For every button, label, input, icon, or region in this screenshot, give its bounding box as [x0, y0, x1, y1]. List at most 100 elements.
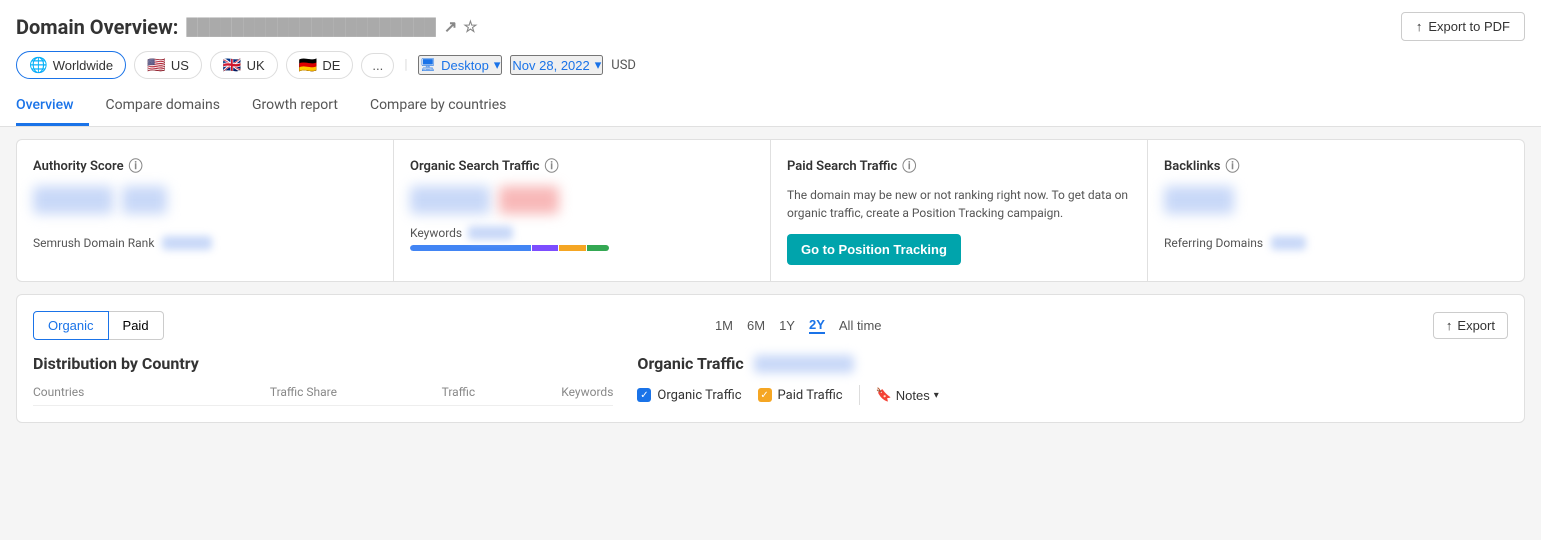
export-label: Export to PDF — [1428, 19, 1510, 34]
chevron-down-icon: ▾ — [494, 57, 501, 73]
backlinks-info-icon[interactable]: ⓘ — [1225, 156, 1239, 176]
tab-overview[interactable]: Overview — [16, 89, 89, 126]
bottom-content: Distribution by Country Countries Traffi… — [33, 354, 1508, 406]
organic-traffic-title-row: Organic Traffic — [637, 354, 1508, 373]
semrush-rank-value — [162, 236, 212, 250]
star-icon[interactable]: ☆ — [463, 17, 477, 36]
col-keywords-header: Keywords — [475, 385, 613, 399]
organic-paid-tabs: Organic Paid — [33, 311, 164, 340]
go-to-position-tracking-button[interactable]: Go to Position Tracking — [787, 234, 961, 265]
currency-label: USD — [611, 58, 636, 73]
semrush-rank-row: Semrush Domain Rank — [33, 236, 377, 250]
authority-score-blurred — [33, 186, 113, 214]
kw-seg-green — [587, 245, 609, 251]
keywords-row: Keywords — [410, 226, 754, 251]
us-filter[interactable]: 🇺🇸 US — [134, 51, 202, 79]
kw-seg-orange — [559, 245, 585, 251]
external-link-icon[interactable]: ↗ — [444, 17, 457, 36]
organic-search-traffic-title: Organic Search Traffic ⓘ — [410, 156, 754, 176]
organic-legend-label: Organic Traffic — [657, 388, 741, 403]
time-all[interactable]: All time — [839, 318, 882, 333]
paid-search-traffic-label: Paid Search Traffic — [787, 159, 897, 174]
referring-domains-row: Referring Domains — [1164, 236, 1508, 250]
bottom-controls: Organic Paid 1M 6M 1Y 2Y All time ↑ Expo… — [33, 311, 1508, 340]
divider: | — [404, 57, 407, 73]
organic-traffic-blurred — [410, 186, 490, 214]
notes-button[interactable]: 🔖 Notes ▾ — [876, 387, 939, 403]
time-2y[interactable]: 2Y — [809, 317, 825, 334]
de-label: DE — [322, 58, 340, 73]
authority-score-card: Authority Score ⓘ Semrush Domain Rank — [17, 140, 394, 281]
time-period-buttons: 1M 6M 1Y 2Y All time — [715, 317, 882, 334]
organic-traffic-section: Organic Traffic ✓ Organic Traffic ✓ Paid… — [637, 354, 1508, 406]
organic-tab[interactable]: Organic — [33, 311, 109, 340]
us-label: US — [171, 58, 189, 73]
kw-seg-purple — [532, 245, 558, 251]
time-1m[interactable]: 1M — [715, 318, 733, 333]
organic-traffic-title: Organic Traffic — [637, 354, 743, 373]
backlinks-label: Backlinks — [1164, 159, 1220, 174]
filter-row: 🌐 Worldwide 🇺🇸 US 🇬🇧 UK 🇩🇪 DE ... | 🖥 De… — [16, 51, 1525, 79]
uk-flag-icon: 🇬🇧 — [223, 56, 242, 74]
distribution-title: Distribution by Country — [33, 354, 613, 373]
worldwide-filter[interactable]: 🌐 Worldwide — [16, 51, 126, 79]
referring-domains-label: Referring Domains — [1164, 236, 1263, 250]
tab-growth-report[interactable]: Growth report — [236, 89, 354, 126]
authority-score-value — [33, 186, 377, 218]
bookmark-icon: 🔖 — [876, 387, 892, 403]
organic-traffic-blurred-pink — [499, 186, 559, 214]
organic-search-info-icon[interactable]: ⓘ — [545, 156, 559, 176]
metric-cards: Authority Score ⓘ Semrush Domain Rank Or… — [16, 139, 1525, 282]
paid-search-traffic-card: Paid Search Traffic ⓘ The domain may be … — [771, 140, 1148, 281]
globe-icon: 🌐 — [29, 56, 48, 74]
page-title: Domain Overview: ██████████████████████ … — [16, 15, 478, 39]
chevron-down-icon-date: ▾ — [595, 57, 602, 73]
backlinks-value — [1164, 186, 1508, 218]
main-content: Authority Score ⓘ Semrush Domain Rank Or… — [0, 127, 1541, 435]
organic-traffic-legend: ✓ Organic Traffic — [637, 388, 741, 403]
organic-check-icon[interactable]: ✓ — [637, 388, 651, 402]
title-icons: ↗ ☆ — [444, 17, 478, 36]
organic-search-traffic-card: Organic Search Traffic ⓘ Keywords — [394, 140, 771, 281]
tab-compare-by-countries[interactable]: Compare by countries — [354, 89, 522, 126]
paid-search-traffic-title: Paid Search Traffic ⓘ — [787, 156, 1131, 176]
more-filters-button[interactable]: ... — [361, 53, 394, 78]
nav-tabs: Overview Compare domains Growth report C… — [16, 89, 1525, 126]
backlinks-blurred — [1164, 186, 1234, 214]
date-filter[interactable]: Nov 28, 2022 ▾ — [510, 55, 603, 75]
paid-traffic-legend: ✓ Paid Traffic — [758, 388, 843, 403]
domain-text: ██████████████████████ — [186, 17, 435, 37]
organic-search-traffic-label: Organic Search Traffic — [410, 159, 540, 174]
uk-filter[interactable]: 🇬🇧 UK — [210, 51, 278, 79]
time-6m[interactable]: 6M — [747, 318, 765, 333]
tab-compare-domains[interactable]: Compare domains — [89, 89, 236, 126]
export-button[interactable]: ↑ Export — [1433, 312, 1508, 339]
date-label: Nov 28, 2022 — [512, 58, 589, 73]
time-1y[interactable]: 1Y — [779, 318, 795, 333]
uk-label: UK — [247, 58, 265, 73]
keywords-value — [468, 226, 513, 240]
chart-legend: ✓ Organic Traffic ✓ Paid Traffic 🔖 Notes… — [637, 385, 1508, 405]
header: Domain Overview: ██████████████████████ … — [0, 0, 1541, 127]
keywords-label: Keywords — [410, 226, 754, 240]
de-filter[interactable]: 🇩🇪 DE — [286, 51, 354, 79]
col-share-header: Traffic Share — [199, 385, 337, 399]
paid-check-icon[interactable]: ✓ — [758, 388, 772, 402]
desktop-icon: 🖥 — [420, 57, 437, 73]
semrush-rank-label: Semrush Domain Rank — [33, 236, 154, 250]
organic-traffic-value — [410, 186, 754, 218]
distribution-section: Distribution by Country Countries Traffi… — [33, 354, 613, 406]
upload-icon: ↑ — [1416, 19, 1423, 34]
paid-legend-label: Paid Traffic — [778, 388, 843, 403]
organic-traffic-value-blurred — [754, 355, 854, 373]
authority-score-blurred-2 — [122, 186, 167, 214]
authority-score-info-icon[interactable]: ⓘ — [129, 156, 143, 176]
table-header: Countries Traffic Share Traffic Keywords — [33, 385, 613, 406]
keywords-text: Keywords — [410, 226, 462, 240]
paid-tab[interactable]: Paid — [109, 311, 164, 340]
export-to-pdf-button[interactable]: ↑ Export to PDF — [1401, 12, 1525, 41]
paid-search-info-icon[interactable]: ⓘ — [902, 156, 916, 176]
device-filter[interactable]: 🖥 Desktop ▾ — [418, 55, 503, 75]
legend-divider — [859, 385, 860, 405]
de-flag-icon: 🇩🇪 — [299, 56, 318, 74]
